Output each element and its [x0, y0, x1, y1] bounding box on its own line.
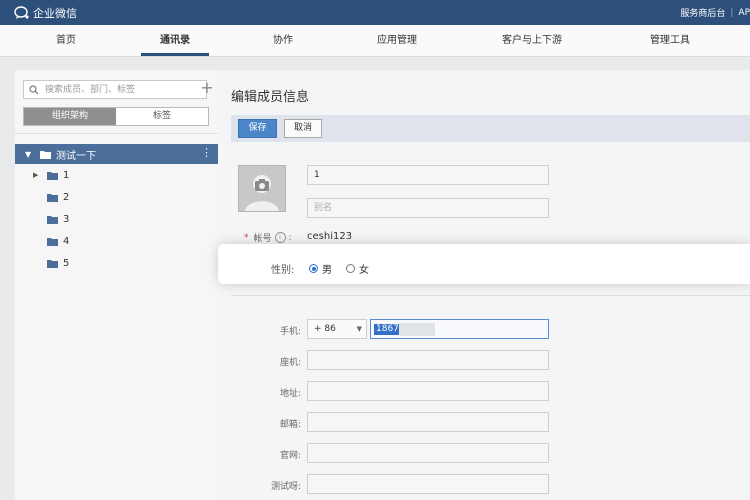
info-icon[interactable]: i — [274, 232, 286, 243]
folder-icon — [40, 150, 51, 159]
name-input[interactable] — [307, 165, 549, 185]
account-label-row: * 帐号 i : — [244, 232, 292, 244]
tree-item-3[interactable]: 3 — [15, 209, 218, 229]
page-title: 编辑成员信息 — [231, 90, 310, 105]
mobile-label: 手机: — [279, 327, 301, 337]
caret-down-icon[interactable]: ▼ — [25, 150, 34, 159]
app-logo[interactable]: 企业微信 — [14, 5, 77, 20]
tree-item-label: 3 — [63, 213, 70, 225]
nav-customers[interactable]: 客户与上下游 — [492, 25, 572, 56]
gender-label: 性别: — [271, 265, 295, 276]
nav-app-management[interactable]: 应用管理 — [365, 25, 429, 56]
chevron-down-icon: ▼ — [356, 325, 362, 333]
country-code-select[interactable]: + 86 ▼ — [307, 319, 367, 339]
country-code-value: + 86 — [314, 324, 336, 334]
cancel-button[interactable]: 取消 — [284, 119, 322, 138]
radio-checked-icon[interactable] — [309, 264, 318, 273]
nav-contacts[interactable]: 通讯录 — [141, 25, 209, 56]
tree-item-label: 2 — [63, 191, 70, 203]
more-vertical-icon[interactable]: ⋮ — [201, 147, 212, 159]
tab-tags[interactable]: 标签 — [116, 108, 208, 125]
caret-right-icon[interactable]: ▶ — [33, 171, 41, 179]
email-input[interactable] — [307, 412, 549, 432]
mobile-redacted-area — [399, 323, 435, 336]
wework-logo-icon — [14, 5, 29, 19]
gender-male-radio[interactable]: 男 — [309, 261, 332, 276]
tree-item-5[interactable]: 5 — [15, 253, 218, 273]
folder-icon — [47, 215, 58, 224]
gender-female-radio[interactable]: 女 — [346, 261, 369, 276]
folder-icon — [47, 193, 58, 202]
landline-label: 座机: — [279, 358, 301, 368]
nav-collaboration[interactable]: 协作 — [260, 25, 306, 56]
address-label: 地址: — [279, 389, 301, 399]
radio-unchecked-icon[interactable] — [346, 264, 355, 273]
address-input[interactable] — [307, 381, 549, 401]
tree-item-2[interactable]: 2 — [15, 187, 218, 207]
folder-icon — [47, 171, 58, 180]
api-link[interactable]: AP — [738, 8, 750, 18]
search-input[interactable] — [42, 83, 206, 96]
add-button[interactable]: + — [200, 79, 214, 97]
sidebar-tabs: 组织架构 标签 — [23, 107, 209, 126]
mobile-selected-text: 1867 — [374, 324, 401, 335]
custom-field-label: 测试呀: — [270, 482, 301, 492]
form-divider — [231, 295, 750, 296]
tree-item-label: 5 — [63, 257, 70, 269]
tree-item-4[interactable]: 4 — [15, 231, 218, 251]
avatar[interactable] — [238, 165, 286, 212]
mobile-input[interactable]: 1867 — [370, 319, 549, 339]
top-bar: 企业微信 服务商后台 | AP — [0, 0, 750, 25]
tree-divider — [15, 133, 218, 134]
tree-item-1[interactable]: ▶ 1 — [15, 165, 218, 185]
tree-item-label: 1 — [63, 169, 70, 181]
account-label: 帐号 — [253, 234, 272, 244]
tree-root-label: 测试一下 — [56, 150, 96, 162]
service-provider-link[interactable]: 服务商后台 — [680, 6, 725, 19]
link-separator: | — [730, 7, 734, 18]
account-value: ceshi123 — [307, 231, 353, 242]
folder-icon — [47, 259, 58, 268]
landline-input[interactable] — [307, 350, 549, 370]
main-panel: 编辑成员信息 保存 取消 * 帐号 i : ceshi123 手机: + 86 … — [218, 70, 750, 500]
camera-avatar-icon — [245, 175, 279, 211]
save-button[interactable]: 保存 — [238, 119, 277, 138]
sidebar: + 组织架构 标签 ▼ 测试一下 ⋮ ▶ 1 2 3 — [15, 70, 219, 500]
action-bar: 保存 取消 — [231, 115, 750, 142]
website-input[interactable] — [307, 443, 549, 463]
top-right-links: 服务商后台 | AP — [680, 6, 750, 20]
nav-admin-tools[interactable]: 管理工具 — [638, 25, 702, 56]
logo-text: 企业微信 — [33, 6, 77, 20]
custom-field-input[interactable] — [307, 474, 549, 494]
tab-org-structure[interactable]: 组织架构 — [24, 108, 116, 125]
gender-female-label: 女 — [359, 265, 369, 276]
gender-male-label: 男 — [322, 265, 332, 276]
main-nav: 首页 通讯录 协作 应用管理 客户与上下游 管理工具 — [0, 25, 750, 57]
email-label: 邮箱: — [279, 420, 301, 430]
gender-row-highlight: 性别: 男 女 — [218, 244, 750, 284]
nav-home[interactable]: 首页 — [44, 25, 88, 56]
tree-item-label: 4 — [63, 235, 70, 247]
folder-icon — [47, 237, 58, 246]
search-box[interactable] — [23, 80, 207, 99]
required-asterisk: * — [244, 232, 249, 243]
tree-root-department[interactable]: ▼ 测试一下 ⋮ — [15, 144, 218, 164]
search-icon — [29, 84, 39, 94]
alias-input[interactable] — [307, 198, 549, 218]
website-label: 官网: — [279, 451, 301, 461]
